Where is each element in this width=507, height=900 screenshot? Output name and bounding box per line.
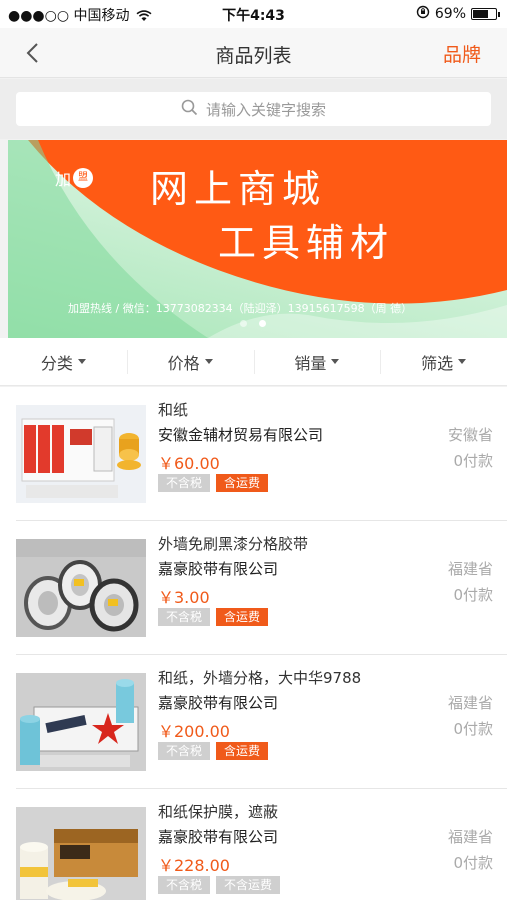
product-thumbnail[interactable] xyxy=(16,405,146,503)
status-right: 69% xyxy=(416,5,500,23)
filter-more-label: 筛选 xyxy=(421,353,454,373)
filter-category-label: 分类 xyxy=(40,353,73,373)
product-province: 安徽省 xyxy=(447,426,493,444)
banner-logo-mark: 盟 xyxy=(73,168,94,188)
caret-down-icon xyxy=(331,359,340,364)
banner-dot-1[interactable] xyxy=(240,320,247,327)
orientation-lock-icon xyxy=(416,5,430,23)
page-title: 商品列表 xyxy=(215,45,292,67)
product-list: 和纸 安徽金辅材贸易有限公司 ￥60.00 不含税 含运费 安徽省 0付款 外墙… xyxy=(0,387,507,900)
banner-pagination xyxy=(240,320,266,327)
shipping-tag: 含运费 xyxy=(216,608,269,626)
shipping-tag: 含运费 xyxy=(216,474,269,492)
filter-price-label: 价格 xyxy=(167,353,200,373)
tax-tag: 不含税 xyxy=(158,474,211,492)
caret-down-icon xyxy=(204,359,213,364)
product-tags: 不含税 含运费 xyxy=(158,742,269,760)
product-company: 嘉豪胶带有限公司 xyxy=(158,828,279,846)
product-tags: 不含税 含运费 xyxy=(158,474,269,492)
caret-down-icon xyxy=(77,359,86,364)
product-name: 和纸 xyxy=(158,401,189,419)
filter-sales[interactable]: 销量 xyxy=(253,338,381,385)
product-thumbnail[interactable] xyxy=(16,807,146,900)
battery-percent: 69% xyxy=(434,6,466,22)
product-name: 和纸保护膜，遮蔽 xyxy=(158,803,279,821)
product-name: 和纸，外墙分格，大中华9788 xyxy=(158,669,362,687)
tax-tag: 不含税 xyxy=(158,876,211,894)
battery-icon xyxy=(471,8,500,20)
product-item[interactable]: 和纸 安徽金辅材贸易有限公司 ￥60.00 不含税 含运费 安徽省 0付款 xyxy=(0,387,507,521)
product-company: 嘉豪胶带有限公司 xyxy=(158,560,279,578)
product-province: 福建省 xyxy=(447,828,493,846)
search-placeholder: 请输入关键字搜索 xyxy=(205,100,326,119)
banner-dot-2[interactable] xyxy=(259,320,266,327)
product-tags: 不含税 含运费 xyxy=(158,608,269,626)
status-bar: ●●●○○ 中国移动 下午4:43 69% xyxy=(0,0,507,28)
tax-tag: 不含税 xyxy=(158,742,211,760)
banner-logo-text: 加 xyxy=(55,170,72,189)
product-price: ￥60.00 xyxy=(158,454,220,473)
product-orders: 0付款 xyxy=(453,452,493,470)
banner-headline-1: 网上商城 xyxy=(150,169,327,211)
product-thumbnail[interactable] xyxy=(16,673,146,771)
product-price: ￥200.00 xyxy=(158,722,230,741)
product-company: 嘉豪胶带有限公司 xyxy=(158,694,279,712)
product-thumbnail[interactable] xyxy=(16,539,146,637)
filter-bar: 分类 价格 销量 筛选 xyxy=(0,338,507,386)
product-price: ￥228.00 xyxy=(158,856,230,875)
tax-tag: 不含税 xyxy=(158,608,211,626)
product-orders: 0付款 xyxy=(453,854,493,872)
product-orders: 0付款 xyxy=(453,586,493,604)
product-name: 外墙免刷黑漆分格胶带 xyxy=(158,535,309,553)
search-icon xyxy=(181,99,198,120)
brand-button[interactable]: 品牌 xyxy=(443,40,481,67)
banner-logo: 加 盟 xyxy=(55,166,94,190)
banner-headline-2: 工具辅材 xyxy=(218,223,395,265)
product-company: 安徽金辅材贸易有限公司 xyxy=(158,426,324,444)
filter-sales-label: 销量 xyxy=(294,353,327,373)
product-item[interactable]: 外墙免刷黑漆分格胶带 嘉豪胶带有限公司 ￥3.00 不含税 含运费 福建省 0付… xyxy=(0,521,507,655)
shipping-tag: 不含运费 xyxy=(216,876,281,894)
product-item[interactable]: 和纸保护膜，遮蔽 嘉豪胶带有限公司 ￥228.00 不含税 不含运费 福建省 0… xyxy=(0,789,507,900)
filter-more[interactable]: 筛选 xyxy=(380,338,507,385)
caret-down-icon xyxy=(458,359,467,364)
product-price: ￥3.00 xyxy=(158,588,210,607)
product-province: 福建省 xyxy=(447,694,493,712)
search-input[interactable]: 请输入关键字搜索 xyxy=(16,92,491,126)
banner-contact: 加盟热线 / 微信：13773082334（陆迎泽）13915617598（周 … xyxy=(68,302,413,315)
promo-banner[interactable]: 加 盟 网上商城 工具辅材 加盟热线 / 微信：13773082334（陆迎泽）… xyxy=(8,140,507,338)
shipping-tag: 含运费 xyxy=(216,742,269,760)
search-area: 请输入关键字搜索 xyxy=(0,79,507,139)
filter-price[interactable]: 价格 xyxy=(126,338,254,385)
nav-bar: 商品列表 品牌 xyxy=(0,28,507,78)
product-orders: 0付款 xyxy=(453,720,493,738)
filter-category[interactable]: 分类 xyxy=(0,338,127,385)
product-province: 福建省 xyxy=(447,560,493,578)
product-tags: 不含税 不含运费 xyxy=(158,876,281,894)
product-item[interactable]: 和纸，外墙分格，大中华9788 嘉豪胶带有限公司 ￥200.00 不含税 含运费… xyxy=(0,655,507,789)
